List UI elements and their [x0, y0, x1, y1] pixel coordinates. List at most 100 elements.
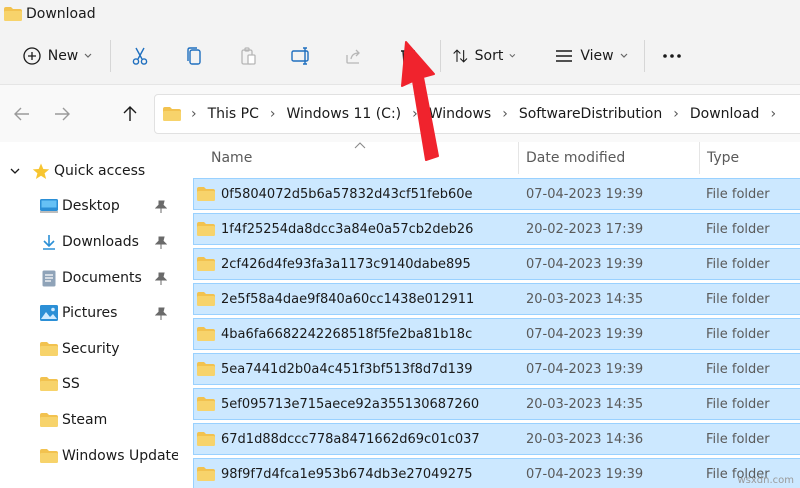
breadcrumb-download[interactable]: Download — [690, 106, 760, 122]
date-modified-cell: 07-04-2023 19:39 — [526, 361, 644, 377]
file-name: 4ba6fa6682242268518f5fe2ba81b18c — [221, 326, 473, 342]
folder-icon — [40, 448, 58, 464]
up-button[interactable] — [118, 102, 142, 126]
breadcrumb-softwaredistribution[interactable]: SoftwareDistribution — [519, 106, 662, 122]
toolbar-separator — [440, 40, 441, 72]
date-modified-cell: 07-04-2023 19:39 — [526, 326, 644, 342]
type-cell: File folder — [706, 221, 770, 237]
arrow-right-icon — [55, 107, 70, 121]
type-cell: File folder — [706, 361, 770, 377]
address-bar[interactable]: › This PC › Windows 11 (C:) › Windows › … — [154, 94, 800, 134]
paste-button[interactable] — [232, 38, 264, 74]
folder-icon — [197, 432, 215, 446]
column-header-date[interactable]: Date modified — [526, 142, 696, 174]
breadcrumb-separator: › — [770, 106, 777, 122]
delete-icon — [401, 48, 415, 65]
more-icon — [663, 54, 681, 58]
file-name: 5ea7441d2b0a4c451f3bf513f8d7d139 — [221, 361, 473, 377]
sort-button[interactable]: Sort — [452, 38, 516, 74]
file-list: Name Date modified Type 0f5804072d5b6a57… — [178, 142, 800, 488]
chevron-down-icon — [84, 53, 92, 58]
file-name-cell: 98f9f7d4fca1e953b674db3e27049275 — [197, 459, 473, 488]
forward-button[interactable] — [50, 102, 74, 126]
file-name-cell: 5ef095713e715aece92a355130687260 — [197, 389, 479, 419]
file-name-cell: 2e5f58a4dae9f840a60cc1438e012911 — [197, 284, 474, 314]
pin-icon — [154, 235, 168, 254]
sidebar-item-documents[interactable]: Documents — [0, 262, 178, 294]
breadcrumb-separator: › — [191, 106, 197, 122]
table-row[interactable]: 98f9f7d4fca1e953b674db3e27049275 07-04-2… — [193, 458, 800, 488]
folder-icon — [40, 376, 58, 392]
rename-icon — [291, 47, 309, 65]
table-row[interactable]: 2e5f58a4dae9f840a60cc1438e012911 20-03-2… — [193, 283, 800, 315]
plus-circle-icon — [23, 47, 41, 65]
file-name: 67d1d88dccc778a8471662d69c01c037 — [221, 431, 480, 447]
desktop-icon — [40, 198, 58, 214]
pin-icon — [154, 271, 168, 290]
table-row[interactable]: 4ba6fa6682242268518f5fe2ba81b18c 07-04-2… — [193, 318, 800, 350]
type-cell: File folder — [706, 396, 770, 412]
copy-icon — [187, 47, 201, 65]
table-row[interactable]: 5ea7441d2b0a4c451f3bf513f8d7d139 07-04-2… — [193, 353, 800, 385]
column-divider[interactable] — [518, 142, 519, 174]
breadcrumb-separator: › — [502, 106, 508, 122]
sidebar-item-label: Windows Update — [62, 448, 180, 464]
sidebar-item-label: SS — [62, 376, 80, 392]
window-title: Download — [26, 6, 96, 22]
table-row[interactable]: 5ef095713e715aece92a355130687260 20-03-2… — [193, 388, 800, 420]
sidebar-item-ss[interactable]: SS — [0, 368, 178, 400]
folder-icon — [163, 107, 181, 121]
breadcrumb-windows[interactable]: Windows — [429, 106, 492, 122]
date-modified-cell: 07-04-2023 19:39 — [526, 186, 644, 202]
breadcrumb-separator: › — [412, 106, 418, 122]
file-name-cell: 0f5804072d5b6a57832d43cf51feb60e — [197, 179, 473, 209]
folder-icon — [197, 187, 215, 201]
share-icon — [346, 49, 360, 64]
folder-icon — [40, 412, 58, 428]
breadcrumb-drive[interactable]: Windows 11 (C:) — [287, 106, 402, 122]
pin-icon — [154, 306, 168, 325]
date-modified-cell: 20-03-2023 14:35 — [526, 291, 644, 307]
rename-button[interactable] — [285, 38, 317, 74]
sidebar-item-steam[interactable]: Steam — [0, 404, 178, 436]
column-header-name[interactable]: Name — [211, 142, 511, 174]
table-row[interactable]: 2cf426d4fe93fa3a1173c9140dabe895 07-04-2… — [193, 248, 800, 280]
sidebar-item-quick-access[interactable]: Quick access — [0, 155, 178, 187]
pin-icon — [154, 199, 168, 218]
table-row[interactable]: 67d1d88dccc778a8471662d69c01c037 20-03-2… — [193, 423, 800, 455]
address-row: › This PC › Windows 11 (C:) › Windows › … — [0, 84, 800, 142]
new-button[interactable]: New — [18, 38, 96, 74]
table-row[interactable]: 1f4f25254da8dcc3a84e0a57cb2deb26 20-02-2… — [193, 213, 800, 245]
cut-icon — [132, 47, 148, 65]
view-icon — [556, 50, 573, 62]
back-button[interactable] — [10, 102, 34, 126]
chevron-down-icon — [10, 168, 20, 174]
column-header-type[interactable]: Type — [707, 142, 797, 174]
breadcrumb-separator: › — [269, 106, 276, 122]
more-button[interactable] — [656, 38, 688, 74]
sidebar-item-label: Security — [62, 341, 120, 357]
delete-button[interactable] — [392, 38, 424, 74]
sidebar-item-downloads[interactable]: Downloads — [0, 226, 178, 258]
breadcrumb-this-pc[interactable]: This PC — [208, 106, 259, 122]
folder-icon — [197, 257, 215, 271]
share-button[interactable] — [338, 38, 370, 74]
copy-button[interactable] — [178, 38, 210, 74]
column-divider[interactable] — [699, 142, 700, 174]
sidebar-item-pictures[interactable]: Pictures — [0, 297, 178, 329]
download-icon — [40, 234, 58, 250]
folder-icon — [4, 7, 22, 21]
file-name: 98f9f7d4fca1e953b674db3e27049275 — [221, 466, 473, 482]
type-cell: File folder — [706, 431, 770, 447]
view-button[interactable]: View — [552, 38, 630, 74]
sidebar-item-windows-update[interactable]: Windows Update — [0, 440, 180, 472]
file-name-cell: 4ba6fa6682242268518f5fe2ba81b18c — [197, 319, 472, 349]
table-row[interactable]: 0f5804072d5b6a57832d43cf51feb60e 07-04-2… — [193, 178, 800, 210]
cut-button[interactable] — [124, 38, 156, 74]
sort-label: Sort — [474, 48, 504, 64]
sidebar-item-desktop[interactable]: Desktop — [0, 190, 178, 222]
sidebar-item-label: Downloads — [62, 234, 139, 250]
folder-icon — [197, 222, 215, 236]
sidebar-item-security[interactable]: Security — [0, 333, 178, 365]
date-modified-cell: 07-04-2023 19:39 — [526, 256, 644, 272]
